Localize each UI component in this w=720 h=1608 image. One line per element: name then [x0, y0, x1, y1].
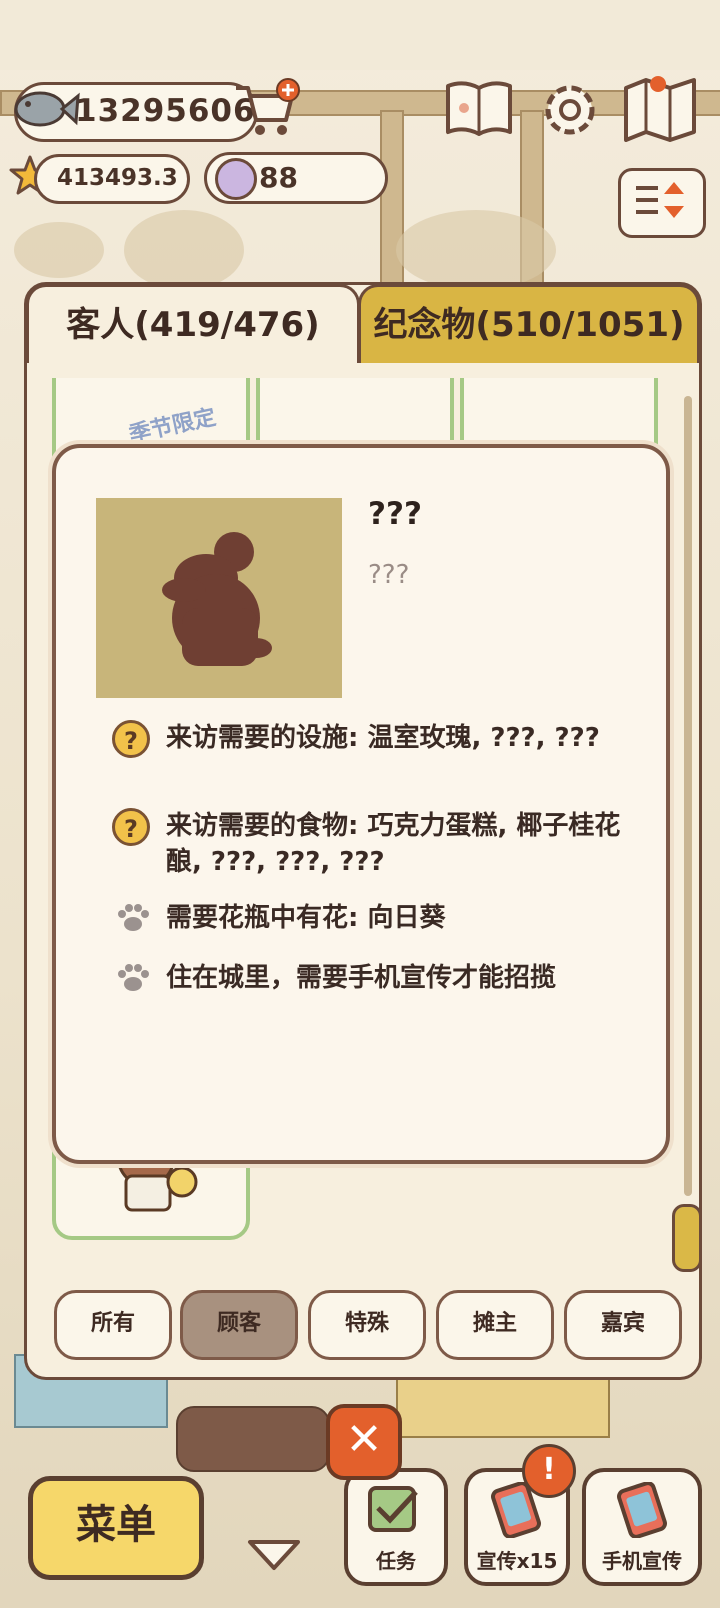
- star-currency: 413493.3: [34, 154, 190, 204]
- paw-icon: [118, 964, 149, 991]
- alert-badge: !: [522, 1444, 576, 1498]
- sort-icon: [636, 182, 684, 218]
- paw-point-currency: 88: [204, 152, 388, 204]
- recipe-book-button[interactable]: [442, 78, 516, 144]
- filter-vendor[interactable]: 摊主: [436, 1290, 554, 1360]
- requirement-food: ? 来访需要的食物: 巧克力蛋糕, 椰子桂花酿, ???, ???, ???: [112, 808, 632, 880]
- requirement-text: 住在城里，需要手机宣传才能招揽: [166, 963, 557, 993]
- requirement-text: 需要花瓶中有花: 向日葵: [166, 903, 446, 933]
- sofa-deco: [176, 1406, 330, 1472]
- requirement-text: 来访需要的设施: 温室玫瑰, ???, ???: [166, 723, 600, 753]
- paw-coin-icon: [215, 158, 257, 200]
- cat-deco: [14, 222, 104, 278]
- promote-label: 宣传x15: [476, 1549, 558, 1573]
- guest-silhouette: [96, 498, 342, 698]
- seasonal-stamp: 季节限定: [126, 405, 219, 448]
- requirement-phone-promo: 住在城里，需要手机宣传才能招揽: [112, 960, 632, 996]
- scroll-thumb[interactable]: [672, 1204, 702, 1272]
- guest-name: ???: [368, 496, 422, 532]
- sort-toggle-button[interactable]: [618, 168, 706, 238]
- requirement-text: 来访需要的食物: 巧克力蛋糕, 椰子桂花酿, ???, ???, ???: [166, 811, 621, 877]
- silhouette-icon: [162, 532, 272, 666]
- paw-point-amount: 88: [259, 161, 298, 194]
- tab-souvenirs[interactable]: 纪念物(510/1051): [358, 284, 700, 363]
- menu-button[interactable]: 菜单: [28, 1476, 204, 1580]
- shelf-deco: [396, 210, 556, 290]
- guest-detail-popup: ??? ??? ? 来访需要的设施: 温室玫瑰, ???, ??? ? 来访需要…: [52, 444, 670, 1164]
- filter-customer[interactable]: 顾客: [180, 1290, 298, 1360]
- star-amount: 413493.3: [57, 165, 178, 191]
- gear-icon: [545, 85, 595, 135]
- paw-icon: [118, 904, 149, 931]
- phone-promote-button[interactable]: 手机宣传: [582, 1468, 702, 1586]
- close-button[interactable]: ✕: [326, 1404, 402, 1480]
- fish-icon: [14, 91, 80, 127]
- map-button[interactable]: [622, 76, 698, 146]
- checklist-icon: [368, 1486, 418, 1532]
- requirement-facility: ? 来访需要的设施: 温室玫瑰, ???, ???: [112, 720, 632, 792]
- wall-top: [0, 0, 720, 70]
- map-icon: [624, 76, 696, 142]
- requirement-flower: 需要花瓶中有花: 向日葵: [112, 900, 632, 936]
- cart-icon: [236, 78, 300, 135]
- window-deco: [124, 210, 244, 290]
- panel-scrollbar[interactable]: [684, 396, 692, 1196]
- question-icon: ?: [112, 808, 150, 846]
- phone-promote-label: 手机宣传: [602, 1549, 682, 1573]
- tab-guests[interactable]: 客人(419/476): [26, 284, 360, 363]
- shop-cart-button[interactable]: [232, 78, 302, 140]
- filter-guest-star[interactable]: 嘉宾: [564, 1290, 682, 1360]
- filter-all[interactable]: 所有: [54, 1290, 172, 1360]
- guest-description: ???: [368, 560, 410, 590]
- filter-special[interactable]: 特殊: [308, 1290, 426, 1360]
- settings-button[interactable]: [538, 78, 602, 146]
- tasks-label: 任务: [376, 1549, 416, 1573]
- book-icon: [446, 81, 512, 136]
- phone-icon: [617, 1482, 667, 1538]
- question-icon: ?: [112, 720, 150, 758]
- tasks-button[interactable]: 任务: [344, 1468, 448, 1586]
- close-icon: ✕: [345, 1414, 383, 1465]
- chevron-down-icon[interactable]: [244, 1534, 304, 1574]
- fish-amount: 13295606: [75, 93, 256, 129]
